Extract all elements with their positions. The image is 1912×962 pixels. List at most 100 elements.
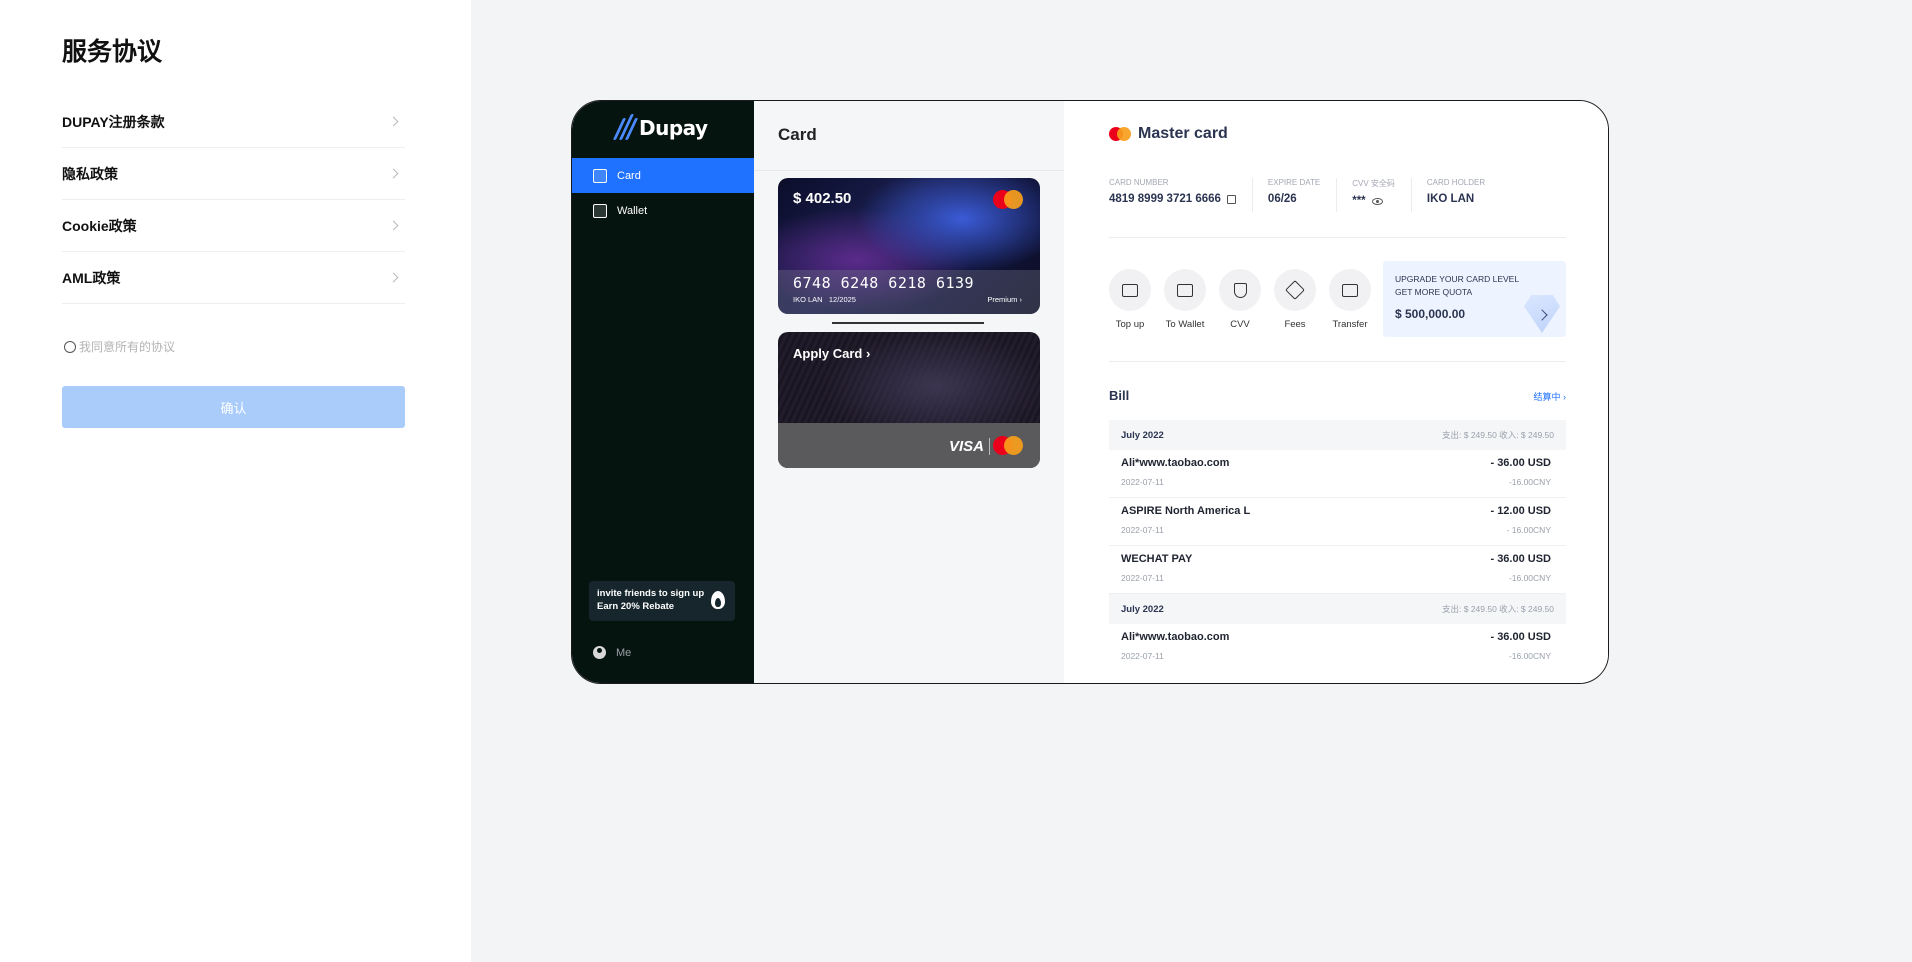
agreement-item-terms[interactable]: DUPAY注册条款 (62, 96, 405, 148)
sidebar-item-label: Wallet (617, 204, 648, 217)
tx-date: 2022-07-11 (1121, 651, 1164, 661)
card-number-field: CARD NUMBER 4819 8999 3721 6666 (1109, 178, 1253, 212)
tx-date: 2022-07-11 (1121, 573, 1164, 583)
tx-cny: -16.00CNY (1508, 651, 1551, 661)
eye-icon[interactable] (1371, 197, 1383, 205)
action-label: Transfer (1332, 319, 1368, 330)
tx-name: WECHAT PAY (1121, 553, 1193, 565)
logo: Dupay (612, 114, 708, 140)
expire-date-field: EXPIRE DATE 06/26 (1267, 178, 1338, 212)
sidebar: Dupay Card Wallet invite friends to sign… (572, 101, 754, 683)
field-value: 4819 8999 3721 6666 (1109, 193, 1236, 205)
action-circle (1164, 269, 1206, 311)
chevron-right-icon (388, 272, 399, 283)
field-value: *** (1352, 195, 1395, 207)
transaction-row[interactable]: ASPIRE North America L 2022-07-11 - 12.00… (1109, 498, 1566, 546)
mastercard-card[interactable]: $ 402.50 6748 6248 6218 6139 IKO LAN 12/… (778, 178, 1040, 314)
detail-title: Master card (1109, 125, 1228, 143)
action-label: To Wallet (1165, 319, 1205, 330)
card-balance: $ 402.50 (793, 190, 852, 207)
field-label: CVV 安全码 (1352, 179, 1395, 188)
action-circle (1219, 269, 1261, 311)
tx-name: Ali*www.taobao.com (1121, 457, 1230, 469)
topup-button[interactable]: Top up (1109, 269, 1151, 330)
card-icon (593, 168, 607, 183)
agree-all-row[interactable]: 我同意所有的协议 (64, 338, 175, 355)
agreement-item-label: 隐私政策 (62, 165, 118, 182)
card-holder-field: CARD HOLDER IKO LAN (1427, 178, 1501, 212)
bill-title: Bill (1109, 388, 1130, 403)
carousel-indicator (832, 322, 984, 324)
agreement-list: DUPAY注册条款 隐私政策 Cookie政策 AML政策 (62, 96, 405, 304)
wallet-transfer-icon (1177, 283, 1193, 297)
agreement-item-cookie[interactable]: Cookie政策 (62, 200, 405, 252)
card-tier[interactable]: Premium › (987, 295, 1022, 304)
mastercard-logo-icon (993, 436, 1023, 455)
tx-cny: -16.00CNY (1508, 573, 1551, 583)
fees-button[interactable]: Fees (1274, 269, 1316, 330)
mastercard-logo-icon (993, 190, 1023, 209)
transaction-row[interactable]: Ali*www.taobao.com 2022-07-11 - 36.00 USD… (1109, 624, 1566, 672)
card-meta: IKO LAN 12/2025 (793, 295, 856, 304)
sidebar-item-card[interactable]: Card (572, 158, 754, 193)
tx-name: Ali*www.taobao.com (1121, 631, 1230, 643)
action-circle (1329, 269, 1371, 311)
diamond-icon (1285, 280, 1305, 300)
agree-radio[interactable] (64, 340, 76, 353)
card-tier-label: Premium (987, 295, 1018, 304)
tx-cny: - 16.00CNY (1506, 525, 1551, 535)
bill-list: July 2022 支出: $ 249.50 收入: $ 249.50 Ali*… (1109, 420, 1566, 672)
upgrade-line1: UPGRADE YOUR CARD LEVEL (1395, 274, 1520, 284)
month-header: July 2022 支出: $ 249.50 收入: $ 249.50 (1109, 594, 1566, 624)
transfer-button[interactable]: Transfer (1329, 269, 1371, 330)
card-holder: IKO LAN (793, 295, 823, 304)
chevron-right-icon (388, 168, 399, 179)
cvv-field: CVV 安全码 *** (1352, 178, 1412, 212)
confirm-button[interactable]: 确认 (62, 386, 405, 428)
action-label: Fees (1284, 319, 1306, 330)
divider (1109, 237, 1566, 238)
mastercard-logo-icon (1109, 127, 1131, 141)
to-wallet-button[interactable]: To Wallet (1164, 269, 1206, 330)
agreement-item-aml[interactable]: AML政策 (62, 252, 405, 304)
sidebar-item-wallet[interactable]: Wallet (572, 193, 754, 228)
tx-date: 2022-07-11 (1121, 525, 1164, 535)
tx-amount: - 36.00 USD (1490, 631, 1551, 643)
agree-label: 我同意所有的协议 (79, 340, 176, 354)
agreement-item-privacy[interactable]: 隐私政策 (62, 148, 405, 200)
sidebar-item-label: Me (616, 646, 632, 659)
month-summary: 支出: $ 249.50 收入: $ 249.50 (1442, 604, 1554, 614)
agreement-panel: 服务协议 DUPAY注册条款 隐私政策 Cookie政策 AML政策 我同意所有… (0, 0, 471, 962)
transaction-row[interactable]: WECHAT PAY 2022-07-11 - 36.00 USD -16.00CN… (1109, 546, 1566, 594)
upgrade-banner[interactable]: UPGRADE YOUR CARD LEVEL GET MORE QUOTA $… (1383, 261, 1566, 337)
transaction-row[interactable]: Ali*www.taobao.com 2022-07-11 - 36.00 USD… (1109, 450, 1566, 498)
sidebar-item-me[interactable]: Me (593, 646, 631, 659)
logo-text: Dupay (639, 115, 708, 140)
agreement-item-label: DUPAY注册条款 (62, 113, 165, 130)
month-header: July 2022 支出: $ 249.50 收入: $ 249.50 (1109, 420, 1566, 450)
apply-card-label: Apply Card › (793, 346, 871, 361)
field-value: 06/26 (1267, 193, 1297, 205)
flame-icon (711, 591, 725, 609)
app-preview: Dupay Card Wallet invite friends to sign… (571, 100, 1609, 684)
invite-banner[interactable]: invite friends to sign up Earn 20% Rebat… (589, 581, 735, 621)
divider (754, 170, 1064, 171)
field-label: CARD NUMBER (1109, 178, 1169, 187)
divider (989, 438, 990, 455)
tx-name: ASPIRE North America L (1121, 505, 1251, 517)
cvv-value: *** (1352, 195, 1366, 207)
apply-card[interactable]: Apply Card › VISA (778, 332, 1040, 468)
tx-amount: - 36.00 USD (1490, 553, 1551, 565)
tx-amount: - 36.00 USD (1490, 457, 1551, 469)
cvv-button[interactable]: CVV (1219, 269, 1261, 330)
chevron-right-icon (388, 220, 399, 231)
card-detail: Master card CARD NUMBER 4819 8999 3721 6… (1064, 101, 1608, 683)
field-value: IKO LAN (1426, 193, 1475, 205)
bill-settle-link[interactable]: 结算中 › (1533, 390, 1566, 403)
card-info-row: CARD NUMBER 4819 8999 3721 6666 EXPIRE D… (1109, 178, 1516, 212)
copy-icon[interactable] (1226, 194, 1236, 204)
month-summary: 支出: $ 249.50 收入: $ 249.50 (1442, 430, 1554, 440)
card-expiry: 12/2025 (828, 295, 856, 304)
action-circle (1274, 269, 1316, 311)
shield-check-icon (1233, 282, 1247, 298)
